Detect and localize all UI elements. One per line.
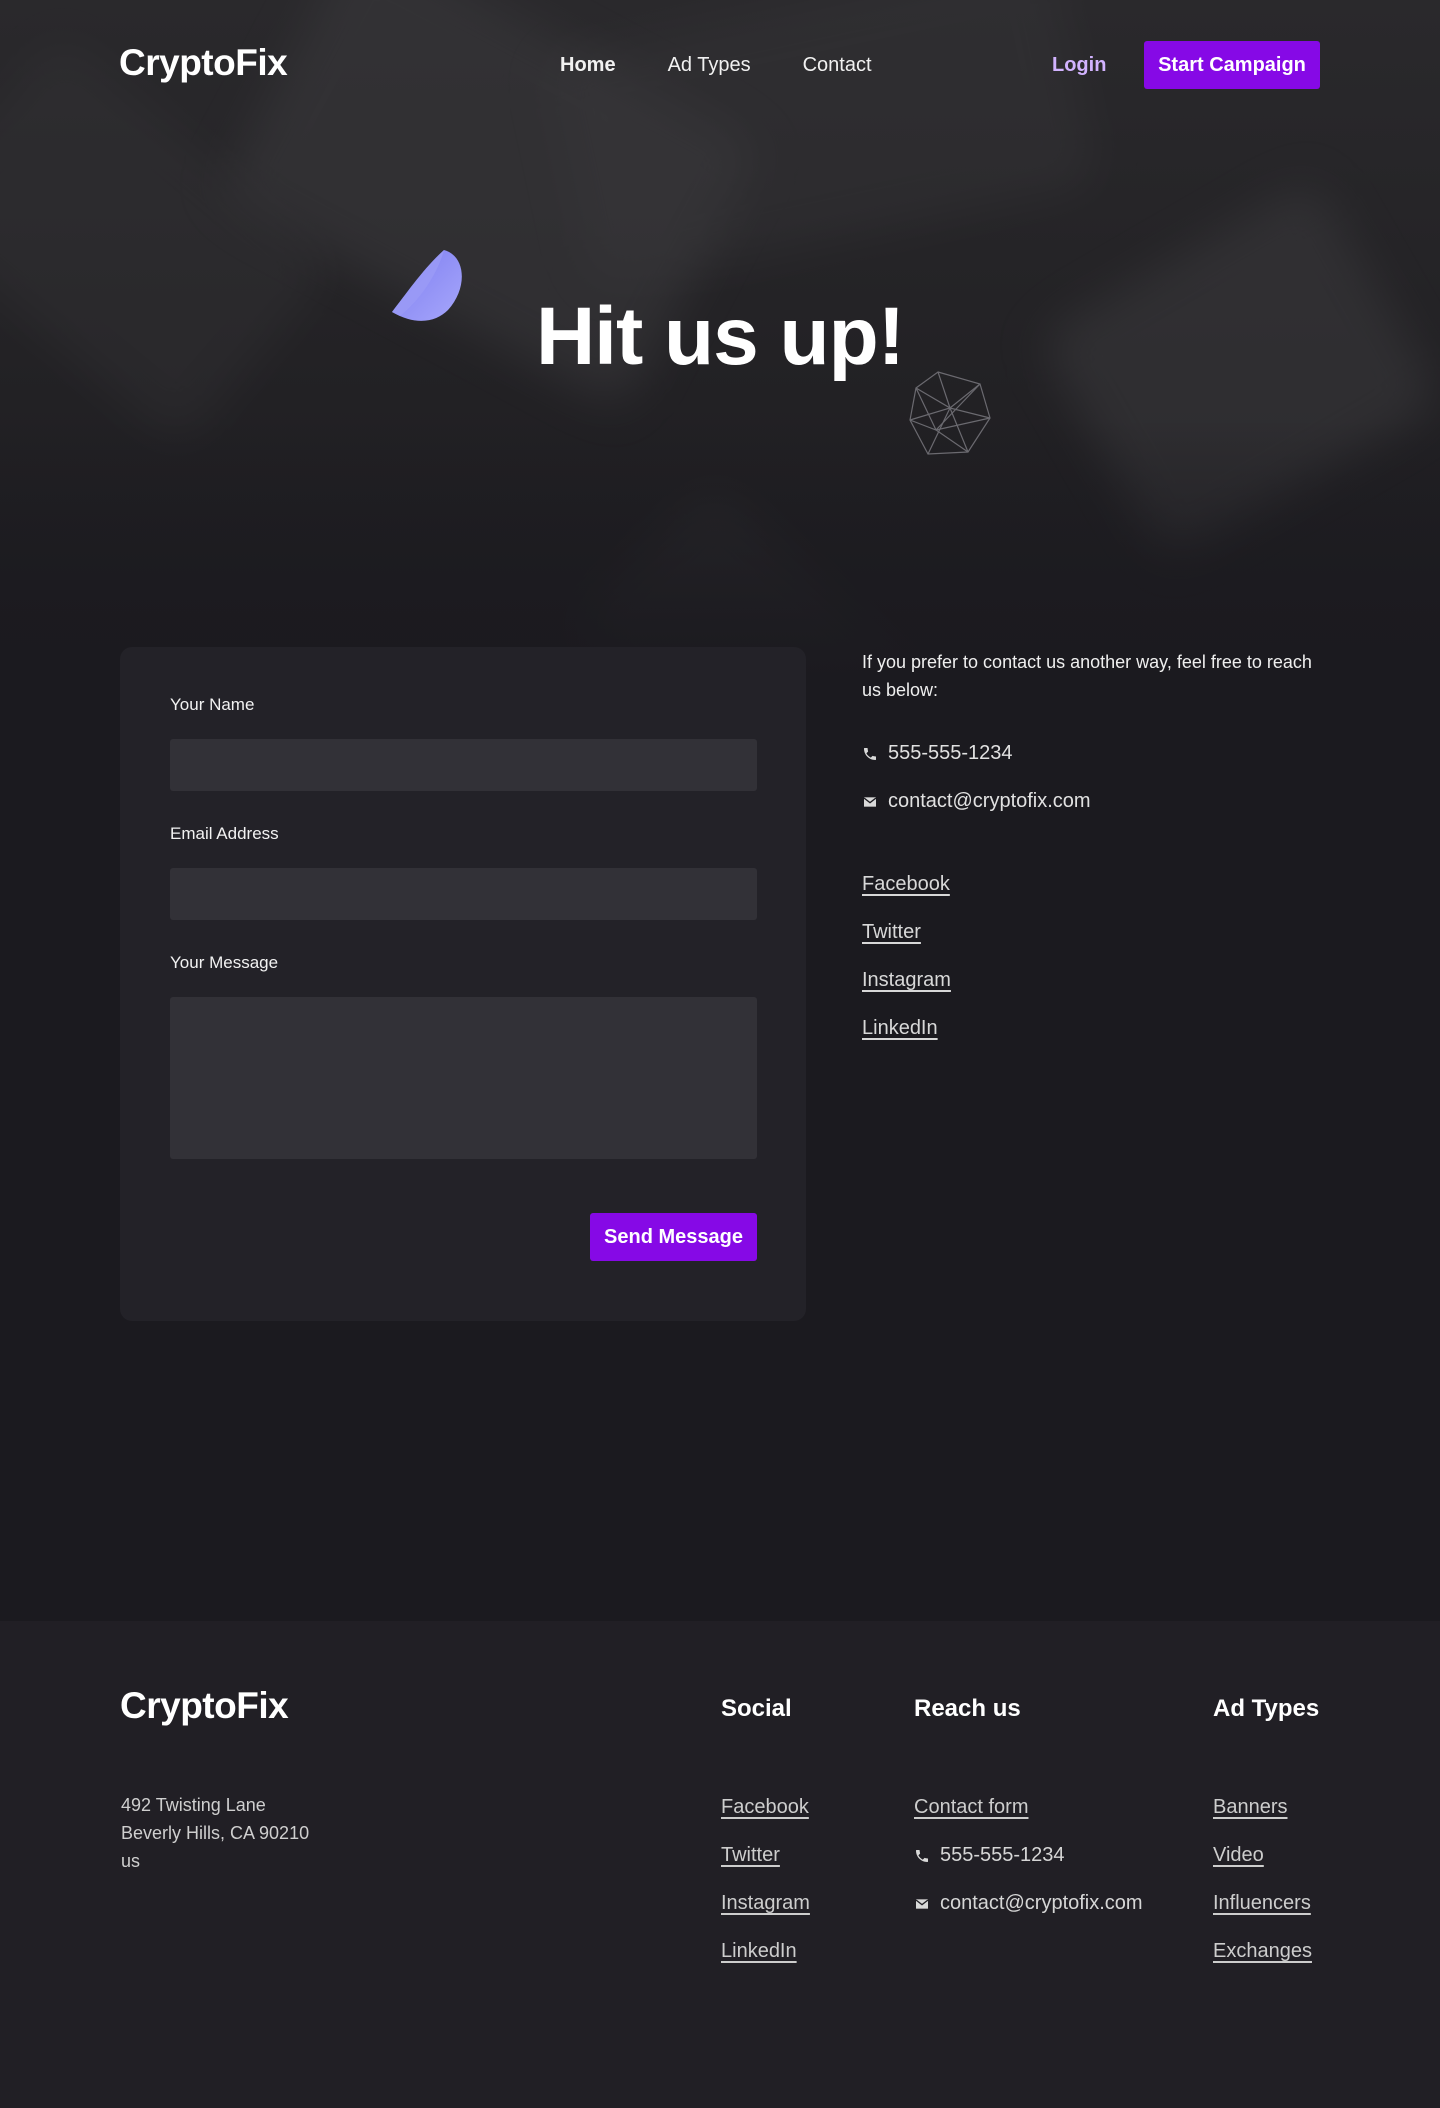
footer-contact-form-link[interactable]: Contact form: [914, 1796, 1028, 1819]
contact-email-text: contact@cryptofix.com: [888, 790, 1091, 812]
footer-address-line: us: [121, 1851, 141, 1871]
footer-social-twitter[interactable]: Twitter: [721, 1844, 780, 1867]
footer-ad-types-heading: Ad Types: [1213, 1695, 1320, 1722]
footer-phone[interactable]: 555-555-1234: [914, 1844, 1065, 1867]
footer-ad-type-influencers[interactable]: Influencers: [1213, 1892, 1311, 1915]
contact-social-twitter[interactable]: Twitter: [862, 921, 921, 944]
nav-item-contact[interactable]: Contact: [803, 54, 872, 77]
footer-email-text: contact@cryptofix.com: [940, 1892, 1143, 1914]
footer-social-instagram[interactable]: Instagram: [721, 1892, 810, 1915]
start-campaign-button[interactable]: Start Campaign: [1144, 41, 1320, 89]
mail-icon: [915, 1898, 929, 1909]
footer-ad-type-video[interactable]: Video: [1213, 1844, 1264, 1867]
contact-email[interactable]: contact@cryptofix.com: [862, 790, 1091, 813]
footer-social-facebook[interactable]: Facebook: [721, 1796, 809, 1819]
footer-social-heading: Social: [721, 1695, 792, 1722]
name-label: Your Name: [170, 695, 255, 714]
contact-phone-text: 555-555-1234: [888, 742, 1013, 764]
contact-form: Your Name Email Address Your Message Sen…: [120, 647, 806, 1321]
login-link[interactable]: Login: [1052, 54, 1106, 77]
footer-reach-heading: Reach us: [914, 1695, 1021, 1722]
contact-social-instagram[interactable]: Instagram: [862, 969, 951, 992]
wireframe-gem-icon: [909, 371, 991, 455]
footer-email[interactable]: contact@cryptofix.com: [914, 1892, 1143, 1915]
name-input[interactable]: [170, 739, 757, 791]
contact-social-facebook[interactable]: Facebook: [862, 873, 950, 896]
phone-icon: [916, 1849, 928, 1862]
nav-item-home[interactable]: Home: [560, 54, 616, 77]
contact-social-linkedin[interactable]: LinkedIn: [862, 1017, 938, 1040]
site-header: CryptoFix Home Ad Types Contact Login St…: [0, 0, 1440, 130]
footer-address-line: Beverly Hills, CA 90210: [121, 1823, 310, 1843]
phone-icon: [864, 747, 876, 760]
email-input[interactable]: [170, 868, 757, 920]
footer-social-linkedin[interactable]: LinkedIn: [721, 1940, 797, 1963]
footer-ad-type-banners[interactable]: Banners: [1213, 1796, 1288, 1819]
send-message-button[interactable]: Send Message: [590, 1213, 757, 1261]
mail-icon: [863, 796, 877, 807]
brand-logo[interactable]: CryptoFix: [119, 42, 288, 84]
footer-address-line: 492 Twisting Lane: [121, 1795, 266, 1815]
footer-logo[interactable]: CryptoFix: [120, 1685, 289, 1727]
email-label: Email Address: [170, 824, 279, 843]
message-textarea[interactable]: [170, 997, 757, 1159]
message-label: Your Message: [170, 953, 279, 972]
nav-item-ad-types[interactable]: Ad Types: [668, 54, 751, 77]
contact-intro: If you prefer to contact us another way,…: [862, 652, 1312, 700]
page-title: Hit us up!: [535, 291, 905, 382]
site-footer: CryptoFix 492 Twisting Lane Beverly Hill…: [0, 1621, 1440, 2108]
footer-ad-type-exchanges[interactable]: Exchanges: [1213, 1940, 1312, 1963]
footer-phone-text: 555-555-1234: [940, 1844, 1065, 1866]
main-nav: Home Ad Types Contact: [560, 54, 872, 77]
footer-address: 492 Twisting Lane Beverly Hills, CA 9021…: [121, 1791, 309, 1875]
contact-phone[interactable]: 555-555-1234: [862, 742, 1013, 765]
hero-fade: [0, 420, 1440, 680]
